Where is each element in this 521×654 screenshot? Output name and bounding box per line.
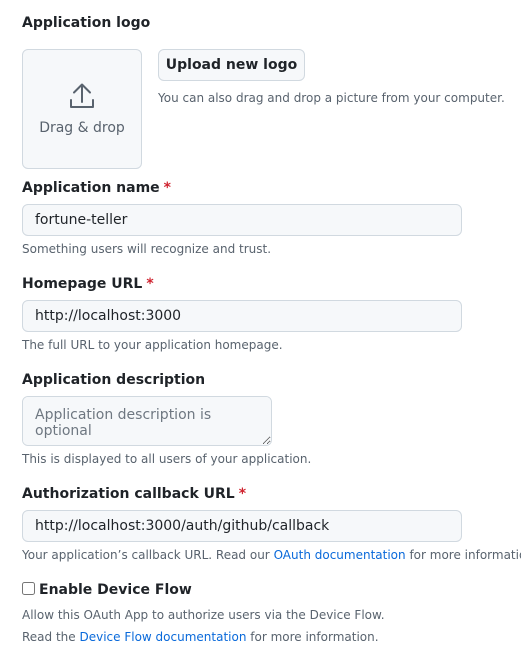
logo-dropzone[interactable]: Drag & drop (22, 49, 142, 169)
required-mark: * (163, 180, 171, 196)
device-flow-note-line1: Allow this OAuth App to authorize users … (22, 608, 385, 622)
enable-device-flow-label[interactable]: Enable Device Flow (39, 581, 192, 599)
upload-logo-button[interactable]: Upload new logo (158, 49, 305, 81)
callback-url-note: Your application’s callback URL. Read ou… (22, 547, 521, 563)
enable-device-flow-checkbox[interactable] (22, 582, 35, 595)
callback-url-label-text: Authorization callback URL (22, 486, 235, 502)
application-name-input[interactable] (22, 204, 462, 236)
callback-note-suffix: for more information. (409, 548, 521, 562)
homepage-url-note: The full URL to your application homepag… (22, 338, 283, 352)
device-flow-note-line2: Read the Device Flow documentation for m… (22, 629, 379, 645)
application-description-textarea[interactable] (22, 396, 272, 446)
logo-hint: You can also drag and drop a picture fro… (158, 91, 505, 105)
application-name-label-text: Application name (22, 180, 160, 196)
dropzone-text: Drag & drop (39, 120, 125, 136)
homepage-url-input[interactable] (22, 300, 462, 332)
device-flow-documentation-link[interactable]: Device Flow documentation (79, 630, 246, 644)
device-flow-note-prefix: Read the (22, 630, 80, 644)
oauth-documentation-link[interactable]: OAuth documentation (274, 548, 406, 562)
application-description-label: Application description (22, 372, 206, 388)
application-description-note: This is displayed to all users of your a… (22, 452, 312, 466)
callback-note-prefix: Your application’s callback URL. Read ou… (22, 548, 274, 562)
homepage-url-label: Homepage URL * (22, 275, 154, 293)
callback-url-input[interactable] (22, 510, 462, 542)
callback-url-label: Authorization callback URL * (22, 485, 246, 503)
homepage-url-label-text: Homepage URL (22, 276, 143, 292)
required-mark: * (146, 276, 154, 292)
application-name-note: Something users will recognize and trust… (22, 242, 272, 256)
device-flow-note-suffix: for more information. (246, 630, 379, 644)
upload-icon (69, 82, 95, 114)
required-mark: * (238, 486, 247, 502)
application-name-label: Application name * (22, 179, 171, 197)
application-logo-label: Application logo (22, 15, 151, 31)
